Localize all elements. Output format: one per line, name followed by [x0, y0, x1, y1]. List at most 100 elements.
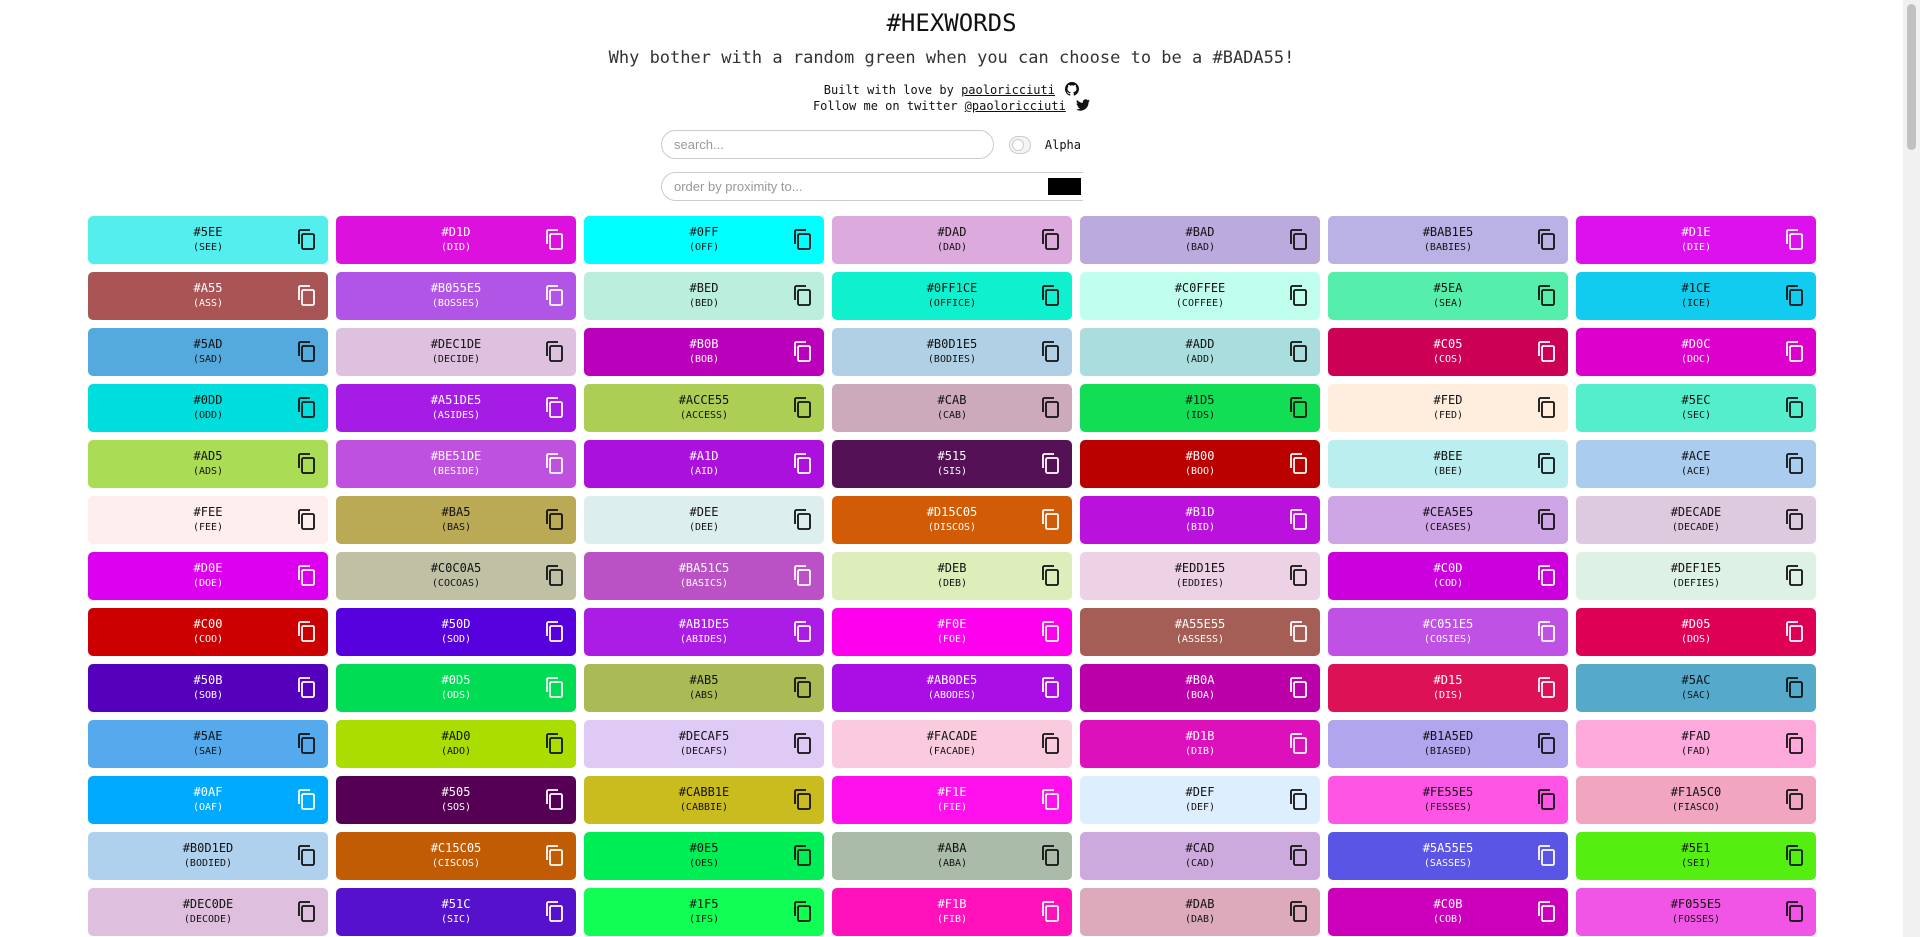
color-card[interactable]: #C00 (COO): [88, 608, 328, 656]
color-card[interactable]: #D1B (DIB): [1080, 720, 1320, 768]
copy-icon[interactable]: [1534, 731, 1558, 757]
color-card[interactable]: #ABA (ABA): [832, 832, 1072, 880]
color-card[interactable]: #515 (SIS): [832, 440, 1072, 488]
color-card[interactable]: #D15C05 (DISCOS): [832, 496, 1072, 544]
copy-icon[interactable]: [1782, 731, 1806, 757]
alpha-toggle[interactable]: [1008, 135, 1031, 154]
copy-icon[interactable]: [294, 451, 318, 477]
twitter-icon[interactable]: [1076, 98, 1091, 112]
copy-icon[interactable]: [542, 227, 566, 253]
search-input[interactable]: [661, 130, 994, 159]
color-card[interactable]: #F055E5 (FOSSES): [1576, 888, 1816, 936]
copy-icon[interactable]: [790, 283, 814, 309]
color-card[interactable]: #A1D (AID): [584, 440, 824, 488]
copy-icon[interactable]: [1038, 339, 1062, 365]
color-card[interactable]: #1CE (ICE): [1576, 272, 1816, 320]
color-card[interactable]: #BAD (BAD): [1080, 216, 1320, 264]
copy-icon[interactable]: [790, 843, 814, 869]
color-card[interactable]: #B0D1ED (BODIED): [88, 832, 328, 880]
color-card[interactable]: #DAB (DAB): [1080, 888, 1320, 936]
copy-icon[interactable]: [1038, 619, 1062, 645]
copy-icon[interactable]: [542, 507, 566, 533]
copy-icon[interactable]: [1534, 395, 1558, 421]
copy-icon[interactable]: [1782, 395, 1806, 421]
color-card[interactable]: #0FF (OFF): [584, 216, 824, 264]
color-card[interactable]: #DEE (DEE): [584, 496, 824, 544]
copy-icon[interactable]: [542, 339, 566, 365]
copy-icon[interactable]: [790, 507, 814, 533]
copy-icon[interactable]: [1782, 787, 1806, 813]
color-card[interactable]: #5A55E5 (SASSES): [1328, 832, 1568, 880]
color-card[interactable]: #AD5 (ADS): [88, 440, 328, 488]
color-card[interactable]: #C0C0A5 (COCOAS): [336, 552, 576, 600]
copy-icon[interactable]: [1286, 787, 1310, 813]
color-card[interactable]: #5EC (SEC): [1576, 384, 1816, 432]
color-card[interactable]: #D05 (DOS): [1576, 608, 1816, 656]
color-card[interactable]: #AB1DE5 (ABIDES): [584, 608, 824, 656]
color-card[interactable]: #FAD (FAD): [1576, 720, 1816, 768]
copy-icon[interactable]: [294, 507, 318, 533]
color-card[interactable]: #51C (SIC): [336, 888, 576, 936]
color-card[interactable]: #BA51C5 (BASICS): [584, 552, 824, 600]
color-card[interactable]: #DAD (DAD): [832, 216, 1072, 264]
color-card[interactable]: #505 (SOS): [336, 776, 576, 824]
color-card[interactable]: #50D (SOD): [336, 608, 576, 656]
color-card[interactable]: #D0E (DOE): [88, 552, 328, 600]
color-card[interactable]: #F0E (FOE): [832, 608, 1072, 656]
color-card[interactable]: #AB0DE5 (ABODES): [832, 664, 1072, 712]
color-card[interactable]: #D0C (DOC): [1576, 328, 1816, 376]
copy-icon[interactable]: [790, 619, 814, 645]
copy-icon[interactable]: [1038, 451, 1062, 477]
copy-icon[interactable]: [1038, 395, 1062, 421]
color-card[interactable]: #BEE (BEE): [1328, 440, 1568, 488]
color-card[interactable]: #A55E55 (ASSESS): [1080, 608, 1320, 656]
color-card[interactable]: #B055E5 (BOSSES): [336, 272, 576, 320]
copy-icon[interactable]: [1038, 787, 1062, 813]
copy-icon[interactable]: [1286, 619, 1310, 645]
color-card[interactable]: #C05 (COS): [1328, 328, 1568, 376]
color-card[interactable]: #BA5 (BAS): [336, 496, 576, 544]
copy-icon[interactable]: [1286, 395, 1310, 421]
copy-icon[interactable]: [1534, 563, 1558, 589]
color-card[interactable]: #AB5 (ABS): [584, 664, 824, 712]
color-card[interactable]: #C051E5 (COSIES): [1328, 608, 1568, 656]
copy-icon[interactable]: [1286, 451, 1310, 477]
copy-icon[interactable]: [1534, 619, 1558, 645]
color-card[interactable]: #0FF1CE (OFFICE): [832, 272, 1072, 320]
copy-icon[interactable]: [1782, 899, 1806, 925]
copy-icon[interactable]: [1286, 843, 1310, 869]
copy-icon[interactable]: [294, 731, 318, 757]
copy-icon[interactable]: [1286, 731, 1310, 757]
copy-icon[interactable]: [1286, 227, 1310, 253]
copy-icon[interactable]: [542, 451, 566, 477]
color-card[interactable]: #0E5 (OES): [584, 832, 824, 880]
copy-icon[interactable]: [790, 731, 814, 757]
copy-icon[interactable]: [542, 619, 566, 645]
github-icon[interactable]: [1065, 82, 1080, 96]
copy-icon[interactable]: [1782, 619, 1806, 645]
color-card[interactable]: #DEC0DE (DECODE): [88, 888, 328, 936]
copy-icon[interactable]: [1286, 899, 1310, 925]
copy-icon[interactable]: [294, 227, 318, 253]
scrollbar-thumb[interactable]: [1907, 4, 1916, 150]
copy-icon[interactable]: [1534, 227, 1558, 253]
copy-icon[interactable]: [1782, 451, 1806, 477]
copy-icon[interactable]: [542, 675, 566, 701]
twitter-handle-link[interactable]: @paoloricciuti: [965, 99, 1066, 113]
copy-icon[interactable]: [1038, 507, 1062, 533]
copy-icon[interactable]: [542, 395, 566, 421]
copy-icon[interactable]: [790, 563, 814, 589]
color-card[interactable]: #1F5 (IFS): [584, 888, 824, 936]
color-card[interactable]: #AD0 (ADO): [336, 720, 576, 768]
copy-icon[interactable]: [542, 787, 566, 813]
color-card[interactable]: #A55 (ASS): [88, 272, 328, 320]
color-card[interactable]: #0DD (ODD): [88, 384, 328, 432]
color-card[interactable]: #ADD (ADD): [1080, 328, 1320, 376]
copy-icon[interactable]: [294, 675, 318, 701]
color-card[interactable]: #ACCE55 (ACCESS): [584, 384, 824, 432]
scrollbar[interactable]: [1903, 0, 1920, 937]
color-card[interactable]: #CABB1E (CABBIE): [584, 776, 824, 824]
copy-icon[interactable]: [294, 283, 318, 309]
copy-icon[interactable]: [1286, 563, 1310, 589]
copy-icon[interactable]: [790, 675, 814, 701]
